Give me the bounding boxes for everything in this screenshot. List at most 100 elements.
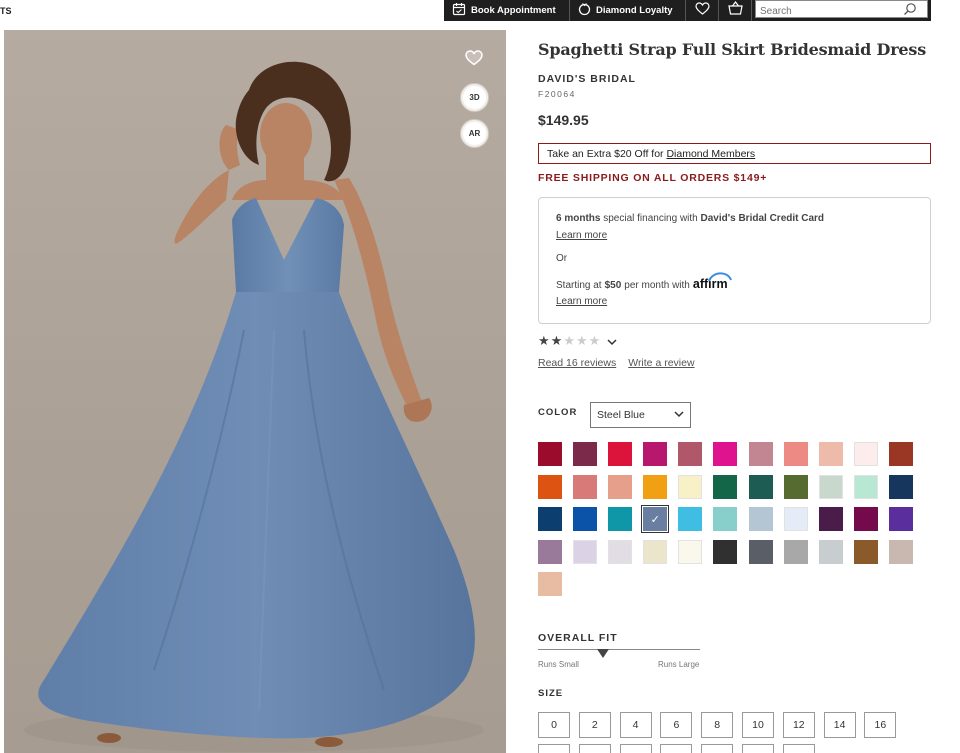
size-option-button[interactable]: 8 xyxy=(701,712,734,738)
book-appointment-button[interactable]: Book Appointment xyxy=(444,0,570,21)
color-swatch[interactable] xyxy=(853,474,878,499)
color-swatch[interactable] xyxy=(643,442,668,466)
color-swatch[interactable] xyxy=(573,474,598,499)
color-swatch[interactable] xyxy=(748,474,773,499)
color-swatch[interactable] xyxy=(853,507,878,531)
color-swatch[interactable] xyxy=(783,474,808,499)
read-reviews-link[interactable]: Read 16 reviews xyxy=(538,357,616,369)
overall-fit-label: OVERALL FIT xyxy=(538,632,618,644)
color-swatch[interactable] xyxy=(888,474,913,499)
size-option-button[interactable]: 2 xyxy=(578,712,611,738)
color-swatch[interactable] xyxy=(818,442,843,466)
size-option-button[interactable]: 14 xyxy=(823,712,856,738)
color-swatch[interactable] xyxy=(853,539,878,564)
color-swatch[interactable] xyxy=(783,442,808,466)
free-shipping-notice: FREE SHIPPING ON ALL ORDERS $149+ xyxy=(538,172,768,184)
star-empty-icon: ★ xyxy=(588,333,601,348)
color-swatch[interactable] xyxy=(888,539,913,564)
color-swatch[interactable] xyxy=(538,442,562,466)
size-label: SIZE xyxy=(538,688,564,699)
size-option-button[interactable]: 12 xyxy=(782,712,815,738)
size-option-button[interactable]: 28 xyxy=(741,744,774,753)
basket-icon xyxy=(727,0,743,20)
credit-card-name: David's Bridal Credit Card xyxy=(700,213,825,224)
size-option-button[interactable]: 16 xyxy=(864,712,897,738)
color-swatch[interactable] xyxy=(608,507,633,531)
color-swatch[interactable]: ✓ xyxy=(641,505,670,533)
search-box xyxy=(755,0,928,21)
color-swatch[interactable] xyxy=(713,442,738,466)
color-swatch[interactable] xyxy=(853,442,878,466)
per-month-text: per month with xyxy=(624,280,690,291)
color-dropdown[interactable]: Steel Blue xyxy=(590,402,691,428)
color-swatch[interactable] xyxy=(678,539,703,564)
size-option-button[interactable]: 10 xyxy=(741,712,774,738)
size-option-button[interactable]: 4 xyxy=(619,712,652,738)
color-swatch[interactable] xyxy=(608,474,633,499)
nav-edge-text[interactable]: TS xyxy=(0,6,12,16)
size-option-button[interactable]: 18 xyxy=(538,744,570,753)
diamond-loyalty-button[interactable]: Diamond Loyalty xyxy=(570,0,686,21)
color-swatch[interactable] xyxy=(678,507,703,531)
color-swatch[interactable] xyxy=(538,507,562,531)
color-swatch[interactable] xyxy=(608,442,633,466)
learn-more-affirm-link[interactable]: Learn more xyxy=(556,296,607,307)
write-review-link[interactable]: Write a review xyxy=(628,357,694,369)
color-swatch[interactable] xyxy=(713,507,738,531)
color-swatch[interactable] xyxy=(713,474,738,499)
size-option-button[interactable]: 30 xyxy=(782,744,815,753)
color-dropdown-value: Steel Blue xyxy=(597,409,645,421)
size-option-button[interactable]: 24 xyxy=(660,744,693,753)
color-swatch[interactable] xyxy=(573,507,598,531)
rating-stars[interactable]: ★ ★ ★ ★ ★ xyxy=(538,333,617,349)
color-swatch[interactable] xyxy=(678,474,703,499)
heart-icon xyxy=(694,1,710,20)
color-swatch[interactable] xyxy=(573,442,598,466)
size-option-button[interactable]: 22 xyxy=(619,744,652,753)
wishlist-button[interactable] xyxy=(686,0,719,21)
fit-scale-track xyxy=(538,649,700,650)
affirm-logo: affirm xyxy=(693,272,732,291)
monthly-amount: $50 xyxy=(604,280,622,291)
size-option-button[interactable]: 26 xyxy=(701,744,734,753)
color-swatch[interactable] xyxy=(678,442,703,466)
size-option-button[interactable]: 6 xyxy=(660,712,693,738)
color-swatch[interactable] xyxy=(818,474,843,499)
search-input[interactable] xyxy=(756,3,927,20)
color-swatch[interactable] xyxy=(818,539,843,564)
color-swatch[interactable] xyxy=(573,539,598,564)
learn-more-credit-link[interactable]: Learn more xyxy=(556,230,607,241)
product-image[interactable]: 3D AR xyxy=(4,30,506,753)
color-swatch[interactable] xyxy=(538,474,562,499)
star-filled-icon: ★ xyxy=(550,333,563,348)
star-filled-icon: ★ xyxy=(538,333,550,348)
color-swatch[interactable] xyxy=(538,572,562,596)
diamond-members-link[interactable]: Diamond Members xyxy=(666,148,755,160)
color-swatch[interactable] xyxy=(748,507,773,531)
cart-button[interactable] xyxy=(719,0,752,21)
color-swatch[interactable] xyxy=(748,539,773,564)
diamond-loyalty-label: Diamond Loyalty xyxy=(596,5,673,16)
color-swatch[interactable] xyxy=(783,507,808,531)
color-swatch[interactable] xyxy=(713,539,738,564)
size-option-button[interactable]: 20 xyxy=(578,744,611,753)
color-swatch-grid: ✓ xyxy=(538,442,913,596)
color-swatch[interactable] xyxy=(888,507,913,531)
financing-box: 6 months special financing with David's … xyxy=(538,197,931,324)
chevron-down-icon[interactable] xyxy=(607,334,617,349)
affirm-arc-icon xyxy=(707,272,732,282)
color-swatch[interactable] xyxy=(783,539,808,564)
color-swatch[interactable] xyxy=(818,507,843,531)
search-icon[interactable] xyxy=(903,2,917,21)
color-swatch[interactable] xyxy=(643,539,668,564)
view-3d-button[interactable]: 3D xyxy=(460,83,489,112)
color-swatch[interactable] xyxy=(538,539,562,564)
color-swatch[interactable] xyxy=(888,442,913,466)
color-swatch[interactable] xyxy=(748,442,773,466)
reviews-links: Read 16 reviews Write a review xyxy=(538,357,695,369)
color-swatch[interactable] xyxy=(608,539,633,564)
size-option-button[interactable]: 0 xyxy=(538,712,570,738)
color-swatch[interactable] xyxy=(643,474,668,499)
view-ar-button[interactable]: AR xyxy=(460,119,489,148)
product-sku: F20064 xyxy=(538,89,576,99)
